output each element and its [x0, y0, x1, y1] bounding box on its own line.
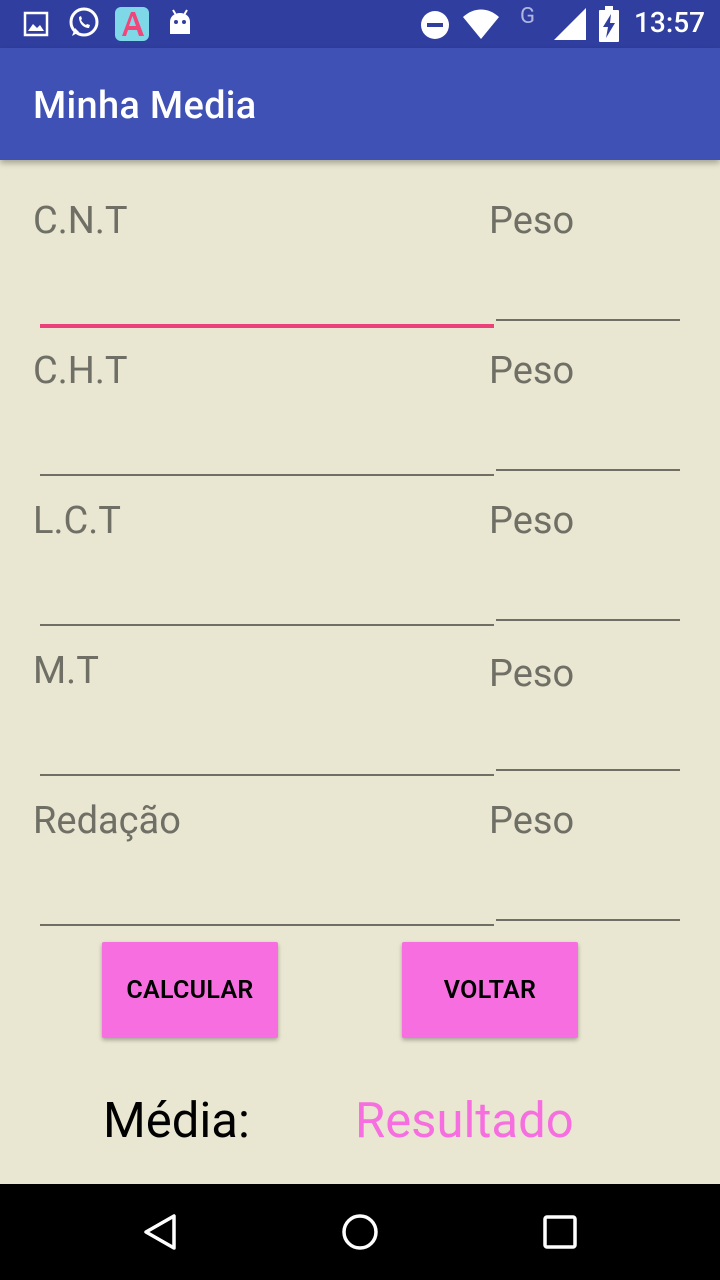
mt-peso-label: Peso	[489, 652, 575, 696]
app-bar: Minha Media	[0, 48, 720, 160]
android-icon	[170, 9, 190, 34]
redacao-peso-input[interactable]	[496, 856, 680, 920]
network-type-label: G	[520, 4, 535, 29]
home-icon[interactable]	[340, 1212, 380, 1252]
dnd-icon	[421, 11, 449, 39]
lct-peso-underline	[496, 619, 680, 621]
status-time: 13:57	[634, 6, 706, 39]
calcular-button[interactable]: CALCULAR	[102, 942, 278, 1038]
cht-peso-input[interactable]	[496, 406, 680, 470]
cnt-peso-underline	[496, 319, 680, 321]
redacao-peso-label: Peso	[489, 799, 575, 843]
battery-charging-icon	[599, 6, 619, 42]
whatsapp-icon	[69, 7, 99, 37]
navigation-bar	[0, 1184, 720, 1280]
cht-input[interactable]	[40, 406, 494, 476]
mt-peso-underline	[496, 769, 680, 771]
app-title: Minha Media	[33, 84, 257, 128]
image-icon	[23, 11, 49, 37]
back-icon[interactable]	[140, 1212, 180, 1252]
redacao-input-underline	[40, 924, 494, 926]
lct-input[interactable]	[40, 556, 494, 626]
lct-peso-input[interactable]	[496, 556, 680, 620]
cnt-peso-label: Peso	[489, 199, 575, 243]
cht-label: C.H.T	[33, 349, 128, 393]
result-value: Resultado	[355, 1092, 574, 1149]
cnt-peso-input[interactable]	[496, 256, 680, 320]
recents-icon[interactable]	[542, 1214, 578, 1250]
cht-peso-label: Peso	[489, 349, 575, 393]
media-label: Média:	[103, 1092, 250, 1149]
status-bar: G 13:57	[0, 0, 720, 48]
mt-input[interactable]	[40, 706, 494, 776]
mt-peso-input[interactable]	[496, 706, 680, 770]
grade-form: C.N.T Peso C.H.T Peso L.C.T Peso M.T Pes…	[0, 160, 720, 1184]
cnt-input-underline	[40, 324, 494, 328]
voltar-button[interactable]: VOLTAR	[402, 942, 578, 1038]
cnt-label: C.N.T	[33, 199, 128, 243]
redacao-peso-underline	[496, 919, 680, 921]
cht-peso-underline	[496, 469, 680, 471]
mt-input-underline	[40, 774, 494, 776]
app-a-icon	[115, 7, 149, 41]
redacao-input[interactable]	[40, 856, 494, 926]
lct-label: L.C.T	[33, 499, 121, 543]
cnt-input[interactable]	[40, 256, 494, 330]
redacao-label: Redação	[33, 799, 181, 843]
mt-label: M.T	[33, 649, 99, 693]
wifi-icon	[463, 9, 499, 39]
cht-input-underline	[40, 474, 494, 476]
signal-icon	[554, 8, 586, 40]
lct-input-underline	[40, 624, 494, 626]
lct-peso-label: Peso	[489, 499, 575, 543]
